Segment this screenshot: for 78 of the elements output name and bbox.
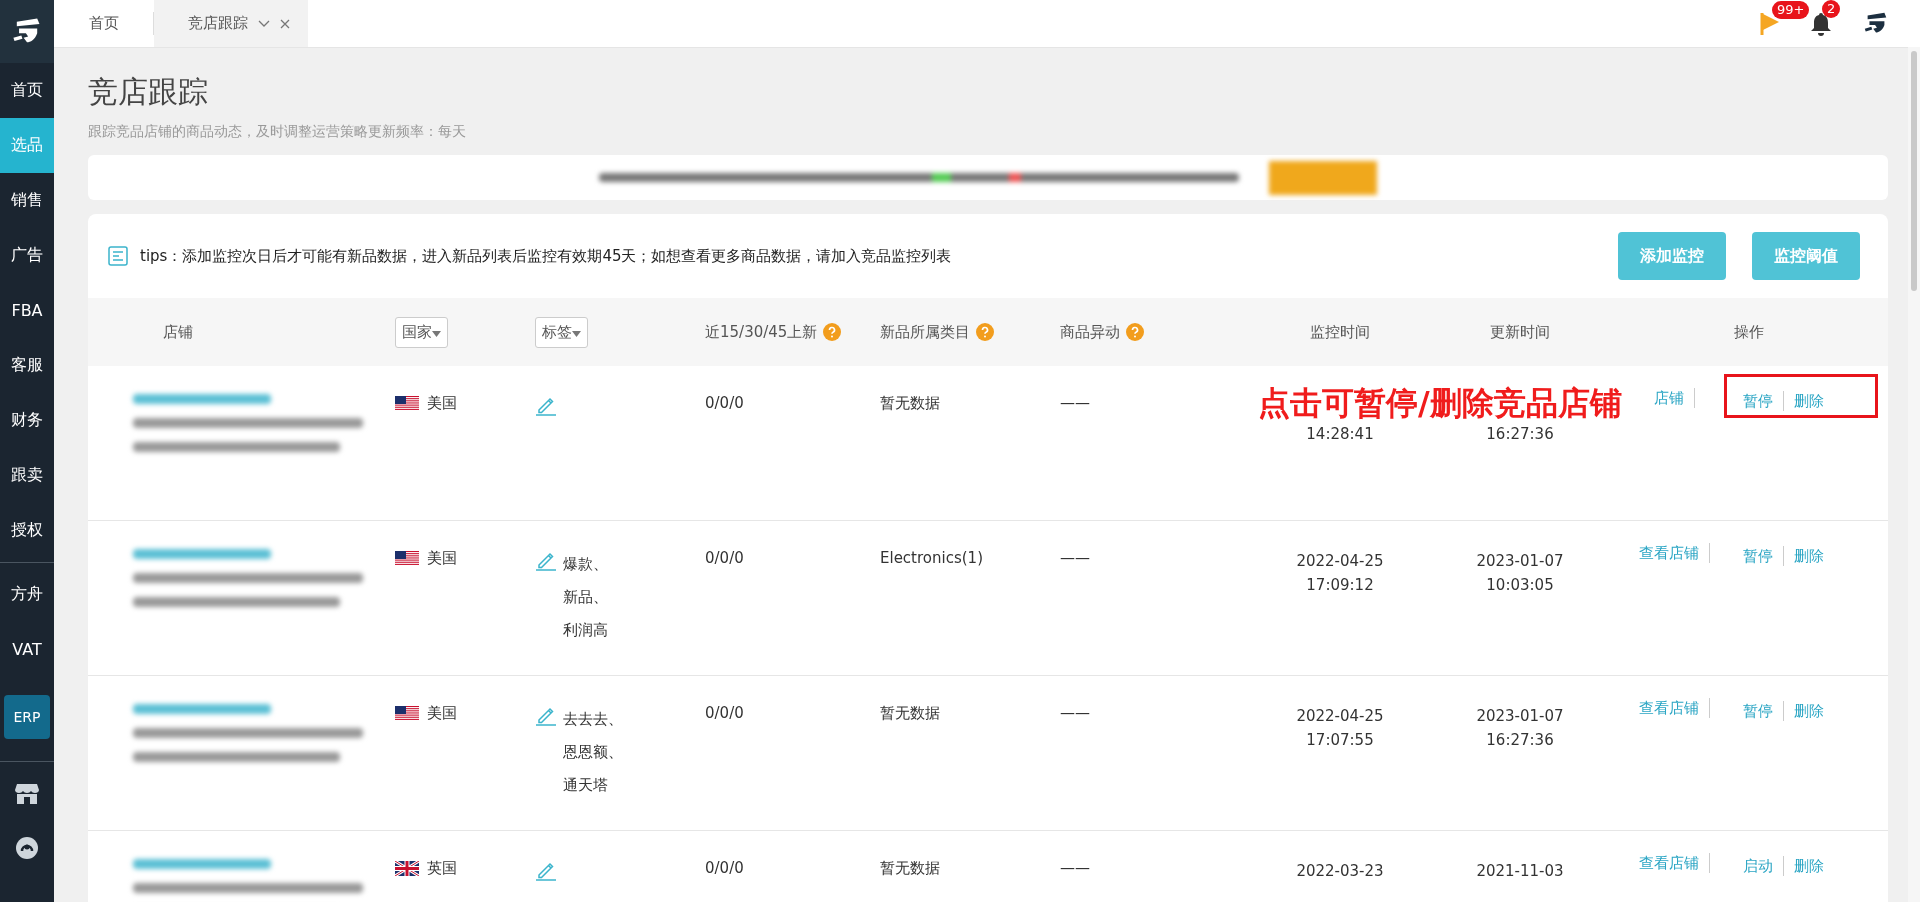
table-cell: —— bbox=[1060, 394, 1090, 412]
filter-dropdown[interactable]: 标签 bbox=[535, 316, 588, 348]
sidebar-item[interactable]: 授权 bbox=[0, 503, 54, 558]
column-header: 操作 bbox=[1734, 322, 1764, 342]
sidebar-item[interactable]: 财务 bbox=[0, 393, 54, 448]
table-cell-text: 2022-04-25 17:07:55 bbox=[1295, 706, 1385, 751]
sidebar-item[interactable]: 跟卖 bbox=[0, 448, 54, 503]
table-cell: —— bbox=[1060, 704, 1090, 722]
table-cell-text: 2022-04-25 17:09:12 bbox=[1295, 551, 1385, 596]
tips-text: tips：添加监控次日后才可能有新品数据，进入新品列表后监控有效期45天；如想查看更多商品数据，请加入竞品监控列表 bbox=[140, 246, 953, 266]
table-cell-text: 2021-11-03 bbox=[1475, 861, 1565, 882]
action-link[interactable]: 启动 bbox=[1733, 856, 1784, 876]
tab[interactable]: 竞店跟踪 bbox=[154, 0, 308, 47]
bell-icon[interactable] bbox=[1810, 11, 1832, 36]
note-icon bbox=[108, 246, 128, 266]
table-cell: Electronics(1) bbox=[880, 549, 983, 567]
help-icon[interactable] bbox=[1126, 323, 1144, 341]
action-link[interactable]: 暂停 bbox=[1733, 546, 1784, 566]
filter-dropdown[interactable]: 国家 bbox=[395, 316, 448, 348]
help-icon[interactable] bbox=[976, 323, 994, 341]
table-cell: 暂无数据 bbox=[880, 704, 940, 722]
sidebar-item[interactable]: 首页 bbox=[0, 63, 54, 118]
tag-label: 恩恩额、 bbox=[563, 743, 623, 762]
table-cell: —— bbox=[1060, 549, 1090, 567]
table-cell-text: 2023-01-07 16:27:36 bbox=[1475, 706, 1565, 751]
action-link[interactable]: 暂停 bbox=[1733, 701, 1784, 721]
table-cell: 0/0/0 bbox=[705, 859, 744, 877]
us-flag-icon bbox=[395, 706, 419, 721]
tag-label: 通天塔 bbox=[563, 776, 609, 795]
table-cell: 0/0/0 bbox=[705, 549, 744, 567]
us-flag-icon bbox=[395, 396, 419, 411]
sidebar-item[interactable]: FBA bbox=[0, 283, 54, 338]
support-icon[interactable] bbox=[15, 836, 39, 860]
tag-label: 爆款、 bbox=[563, 555, 608, 574]
notification-badge: 2 bbox=[1822, 0, 1841, 18]
notification-badge: 99+ bbox=[1772, 0, 1810, 19]
column-header: 新品所属类目 bbox=[880, 322, 970, 342]
page-title: 竞店跟踪 bbox=[88, 73, 209, 111]
table-cell: 0/0/0 bbox=[705, 704, 744, 722]
column-header: 店铺 bbox=[163, 322, 193, 342]
sidebar-item[interactable]: VAT bbox=[0, 622, 54, 677]
us-flag-icon bbox=[395, 551, 419, 566]
tag-label: 新品、 bbox=[563, 588, 608, 607]
caret-icon bbox=[432, 330, 441, 337]
sidebar-item[interactable]: 方舟 bbox=[0, 567, 54, 622]
uk-flag-icon bbox=[395, 861, 419, 876]
column-header: 更新时间 bbox=[1490, 322, 1550, 342]
flag-icon[interactable] bbox=[1760, 12, 1780, 35]
sidebar-item[interactable]: 客服 bbox=[0, 338, 54, 393]
page-subtitle: 跟踪竞品店铺的商品动态，及时调整运营策略更新频率：每天 bbox=[88, 123, 467, 141]
country-name: 美国 bbox=[427, 394, 457, 413]
tag-label: 利润高 bbox=[563, 621, 608, 640]
help-icon[interactable] bbox=[823, 323, 842, 341]
table-cell: 暂无数据 bbox=[880, 859, 940, 877]
table-cell-text: 2023-01-07 10:03:05 bbox=[1475, 551, 1565, 596]
caret-icon bbox=[572, 330, 581, 337]
table-cell-text: 14:28:41 bbox=[1305, 424, 1375, 445]
column-header: 近15/30/45上新 bbox=[705, 322, 818, 342]
column-header: 商品异动 bbox=[1060, 322, 1120, 342]
close-icon[interactable] bbox=[280, 18, 290, 29]
table-cell-text: 2022-03-23 bbox=[1295, 861, 1385, 882]
caret-icon[interactable] bbox=[258, 19, 270, 28]
annotation-text: 点击可暂停/删除竞品店铺 bbox=[1258, 384, 1622, 422]
erp-button[interactable]: ERP bbox=[4, 695, 50, 739]
sidebar-item[interactable]: 销售 bbox=[0, 173, 54, 228]
table-cell-text: 16:27:36 bbox=[1485, 424, 1555, 445]
action-link[interactable]: 暂停 bbox=[1733, 391, 1784, 411]
country-name: 英国 bbox=[427, 859, 457, 878]
table-cell: 暂无数据 bbox=[880, 394, 940, 412]
sidebar-item[interactable]: 广告 bbox=[0, 228, 54, 283]
table-cell: 0/0/0 bbox=[705, 394, 744, 412]
table-cell: —— bbox=[1060, 859, 1090, 877]
country-name: 美国 bbox=[427, 549, 457, 568]
store-icon[interactable] bbox=[15, 782, 39, 804]
scrollbar-thumb[interactable] bbox=[1911, 51, 1917, 291]
tag-label: 去去去、 bbox=[563, 710, 623, 729]
country-name: 美国 bbox=[427, 704, 457, 723]
column-header: 监控时间 bbox=[1310, 322, 1370, 342]
